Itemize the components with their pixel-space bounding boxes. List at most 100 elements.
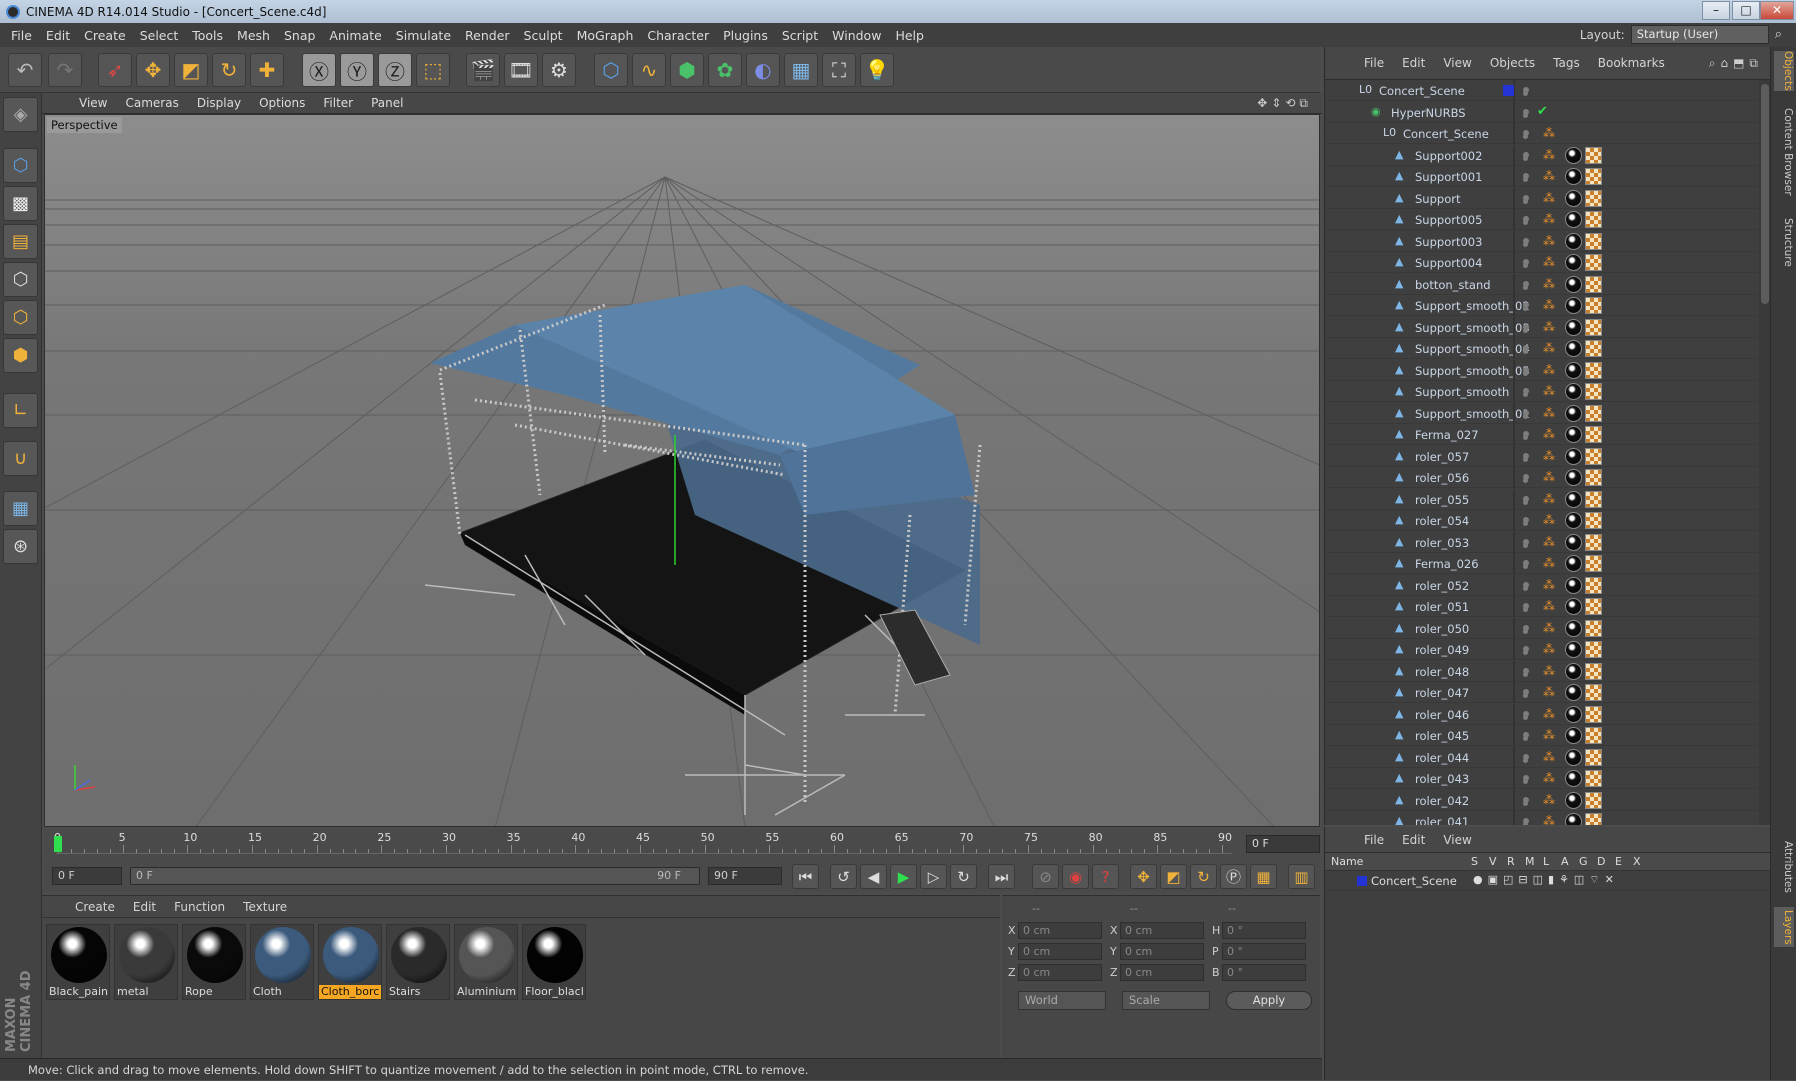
uvw-tag-icon[interactable] <box>1585 189 1602 207</box>
uvw-tag-icon[interactable] <box>1585 533 1602 551</box>
material-swatch[interactable]: Aluminium <box>454 924 518 1000</box>
menu-sculpt[interactable]: Sculpt <box>517 28 570 43</box>
material-tag-icon[interactable] <box>1565 254 1582 271</box>
object-row[interactable]: ◉ HyperNURBS ✔ <box>1325 101 1759 123</box>
render-visibility-dot[interactable] <box>1523 435 1528 440</box>
object-row[interactable]: ▲ roler_042 ⁂ <box>1325 789 1759 811</box>
render-picture-viewer-icon[interactable]: 🎞 <box>504 53 538 87</box>
object-row[interactable]: ▲ roler_046 ⁂ <box>1325 703 1759 725</box>
uvw-tag-icon[interactable] <box>1585 662 1602 680</box>
object-row[interactable]: ▲ Support_smooth_03 ⁂ <box>1325 316 1759 338</box>
menu-select[interactable]: Select <box>133 28 186 43</box>
x-axis-lock-icon[interactable]: Ⓧ <box>302 53 336 87</box>
coord-value-field[interactable]: 0 cm <box>1120 964 1204 981</box>
render-visibility-dot[interactable] <box>1523 392 1528 397</box>
uvw-tag-icon[interactable] <box>1585 619 1602 637</box>
edges-mode-icon[interactable]: ⬡ <box>3 300 38 335</box>
uvw-tag-icon[interactable] <box>1585 641 1602 658</box>
go-to-end-icon[interactable]: ⏭ <box>988 864 1015 889</box>
uvw-tag-icon[interactable] <box>1585 469 1602 486</box>
workplane-mode-icon[interactable]: ▤ <box>3 224 38 259</box>
uvw-tag-icon[interactable] <box>1585 791 1602 809</box>
viewport-menu-options[interactable]: Options <box>250 96 314 110</box>
render-settings-icon[interactable]: ⚙ <box>542 53 576 87</box>
uvw-tag-icon[interactable] <box>1585 361 1602 379</box>
render-visibility-dot[interactable] <box>1523 220 1528 225</box>
render-visibility-dot[interactable] <box>1523 521 1528 526</box>
camera-icon[interactable]: ⛶ <box>822 53 856 87</box>
viewport-menu-filter[interactable]: Filter <box>314 96 362 110</box>
autokey-icon[interactable]: ◉ <box>1062 864 1089 889</box>
viewport-menu-panel[interactable]: Panel <box>362 96 412 110</box>
phong-tag-icon[interactable]: ⁂ <box>1543 449 1559 464</box>
phong-tag-icon[interactable]: ⁂ <box>1543 341 1559 356</box>
menu-file[interactable]: File <box>4 28 39 43</box>
y-axis-lock-icon[interactable]: Ⓨ <box>340 53 374 87</box>
object-row[interactable]: ▲ roler_053 ⁂ <box>1325 531 1759 553</box>
frame-range-slider[interactable]: 0 F 90 F <box>130 867 700 885</box>
render-visibility-dot[interactable] <box>1523 650 1528 655</box>
phong-tag-icon[interactable]: ⁂ <box>1543 191 1559 206</box>
menu-simulate[interactable]: Simulate <box>389 28 458 43</box>
key-pla-icon[interactable]: ▦ <box>1250 864 1277 889</box>
render-visibility-dot[interactable] <box>1523 155 1528 161</box>
coordinate-mode-dropdown[interactable]: World <box>1018 991 1106 1010</box>
uvw-tag-icon[interactable] <box>1585 383 1602 400</box>
phong-tag-icon[interactable]: ⁂ <box>1543 277 1559 292</box>
keyframe-selection-icon[interactable]: ? <box>1092 864 1119 889</box>
render-visibility-dot[interactable] <box>1523 757 1528 763</box>
tab-layers[interactable]: Layers <box>1774 907 1794 947</box>
uvw-tag-icon[interactable] <box>1585 211 1602 228</box>
material-tag-icon[interactable] <box>1565 168 1582 185</box>
layer-toggle-icons[interactable]: ●▣◰⊟◫▮⚘◫⌔✕ <box>1473 873 1619 887</box>
uvw-tag-icon[interactable] <box>1585 254 1602 271</box>
snap-magnet-icon[interactable]: ∪ <box>3 441 38 476</box>
uvw-tag-icon[interactable] <box>1585 512 1602 529</box>
material-swatch[interactable]: metal <box>114 924 178 1000</box>
timeline-scale[interactable]: 051015202530354045505560657075808590 <box>44 829 1234 859</box>
material-tag-icon[interactable] <box>1565 555 1582 572</box>
render-visibility-dot[interactable] <box>1523 349 1528 354</box>
objects-menu-bookmarks[interactable]: Bookmarks <box>1589 56 1674 70</box>
object-row[interactable]: ▲ roler_045 ⁂ <box>1325 725 1759 746</box>
render-visibility-dot[interactable] <box>1523 284 1528 290</box>
objects-menu-objects[interactable]: Objects <box>1481 56 1544 70</box>
menu-help[interactable]: Help <box>888 28 931 43</box>
uvw-tag-icon[interactable] <box>1585 146 1602 164</box>
objects-menu-edit[interactable]: Edit <box>1393 56 1434 70</box>
material-tag-icon[interactable] <box>1565 727 1582 744</box>
material-tag-icon[interactable] <box>1565 383 1582 400</box>
timeline-playhead[interactable] <box>54 836 62 852</box>
timeline-ruler[interactable]: 051015202530354045505560657075808590 0 F <box>44 829 1320 859</box>
material-swatch[interactable]: Cloth <box>250 924 314 1000</box>
object-row[interactable]: ▲ Support ⁂ <box>1325 187 1759 209</box>
object-row[interactable]: ▲ roler_048 ⁂ <box>1325 660 1759 682</box>
object-row[interactable]: ▲ Support002 ⁂ <box>1325 144 1759 166</box>
layout-dropdown[interactable]: Startup (User) <box>1630 25 1769 44</box>
object-row[interactable]: ▲ botton_stand ⁂ <box>1325 273 1759 295</box>
render-visibility-dot[interactable] <box>1523 177 1528 182</box>
object-row[interactable]: L0 Concert_Scene <box>1325 80 1759 101</box>
phong-tag-icon[interactable]: ⁂ <box>1543 148 1559 163</box>
phong-tag-icon[interactable]: ⁂ <box>1543 212 1559 227</box>
coord-value-field[interactable]: 0 cm <box>1018 943 1102 960</box>
step-forward-frame-icon[interactable]: ▷ <box>920 864 947 889</box>
search-icon[interactable]: ⌕ <box>1775 27 1782 42</box>
uvw-tag-icon[interactable] <box>1585 727 1602 744</box>
make-editable-icon[interactable]: ◈ <box>3 97 38 132</box>
uvw-tag-icon[interactable] <box>1585 748 1602 766</box>
uvw-tag-icon[interactable] <box>1585 555 1602 572</box>
minimize-button[interactable]: – <box>1702 1 1730 20</box>
start-frame-field[interactable]: 0 F <box>52 867 122 885</box>
coord-value-field[interactable]: 0 cm <box>1120 922 1204 939</box>
maximize-button[interactable]: □ <box>1732 1 1760 20</box>
material-tag-icon[interactable] <box>1565 576 1582 594</box>
object-row[interactable]: ▲ roler_047 ⁂ <box>1325 682 1759 703</box>
tab-attributes[interactable]: Attributes <box>1774 837 1794 897</box>
undo-icon[interactable]: ↶ <box>8 53 42 87</box>
locked-workplane-icon[interactable]: ⊛ <box>3 529 38 564</box>
step-back-frame-icon[interactable]: ◀ <box>860 864 887 889</box>
objects-menu-tags[interactable]: Tags <box>1544 56 1589 70</box>
viewport-navigation-icons[interactable]: ✥⇕⟲⧉ <box>1257 96 1312 111</box>
phong-tag-icon[interactable]: ⁂ <box>1543 492 1559 507</box>
